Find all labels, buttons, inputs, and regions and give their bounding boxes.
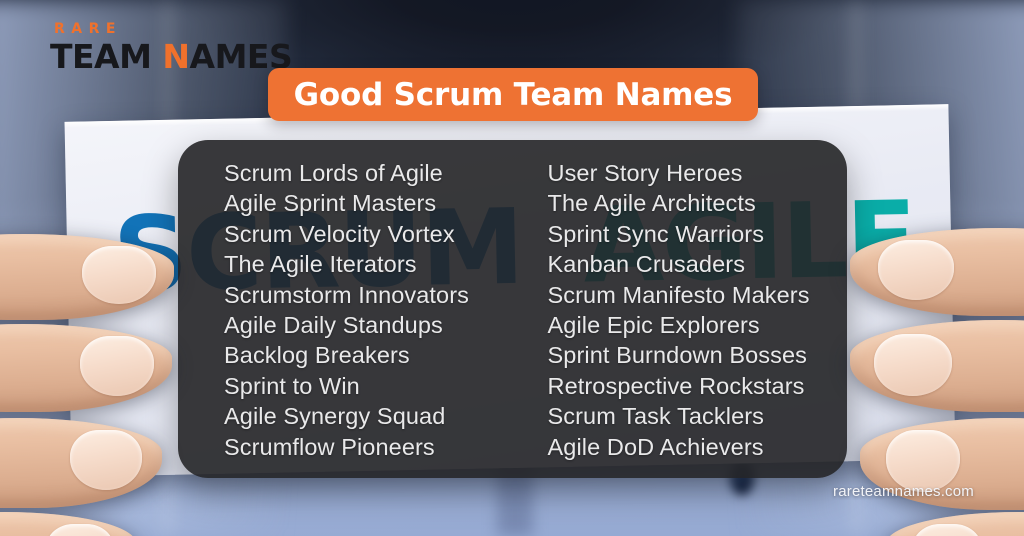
left-hand — [0, 228, 214, 536]
list-item: User Story Heroes — [547, 160, 743, 186]
list-item: Kanban Crusaders — [547, 251, 746, 278]
list-item: Agile Epic Explorers — [547, 312, 760, 339]
list-item: Agile Daily Standups — [224, 312, 443, 339]
list-item: Scrumflow Pioneers — [224, 433, 435, 460]
page-title: Good Scrum Team Names — [293, 76, 733, 113]
list-item: The Agile Iterators — [224, 251, 417, 278]
list-item: Backlog Breakers — [224, 342, 410, 369]
fingernail — [874, 334, 952, 396]
list-item: Scrum Velocity Vortex — [224, 220, 455, 247]
list-item: Sprint to Win — [224, 372, 360, 399]
list-item: Scrum Task Tacklers — [547, 403, 765, 430]
list-item: Agile DoD Achievers — [547, 433, 764, 460]
fingernail — [80, 336, 154, 396]
brand-logo[interactable]: RARE TEAM NAMES — [50, 21, 293, 76]
logo-accent-letter: N — [162, 37, 190, 76]
site-watermark: rareteamnames.com — [833, 483, 974, 500]
list-item: Sprint Burndown Bosses — [547, 342, 808, 369]
logo-team-word: TEAM — [50, 37, 163, 76]
list-item: Agile Synergy Squad — [224, 403, 446, 430]
list-item: Scrumstorm Innovators — [224, 281, 470, 308]
list-item: Agile Sprint Masters — [224, 190, 437, 217]
list-item: Scrum Manifesto Makers — [547, 281, 810, 308]
poster-canvas: SCRUM AGILE Scrum Lords of Agile Agile S… — [0, 0, 1024, 536]
logo-teamnames-text: TEAM NAMES — [50, 37, 293, 76]
logo-rare-text: RARE — [54, 21, 122, 37]
fingernail — [82, 246, 156, 304]
right-column: User Story Heroes The Agile Architects S… — [513, 154, 848, 478]
fingernail — [878, 240, 954, 300]
list-item: Scrum Lords of Agile — [224, 160, 443, 186]
list-item: Retrospective Rockstars — [547, 372, 805, 399]
team-names-columns: Scrum Lords of Agile Agile Sprint Master… — [178, 140, 847, 478]
list-item: Sprint Sync Warriors — [547, 220, 765, 247]
fingernail — [70, 430, 142, 490]
list-item: The Agile Architects — [547, 190, 756, 217]
left-column: Scrum Lords of Agile Agile Sprint Master… — [178, 154, 513, 478]
headline-banner: Good Scrum Team Names — [268, 68, 758, 121]
team-names-panel: Scrum Lords of Agile Agile Sprint Master… — [178, 140, 847, 478]
